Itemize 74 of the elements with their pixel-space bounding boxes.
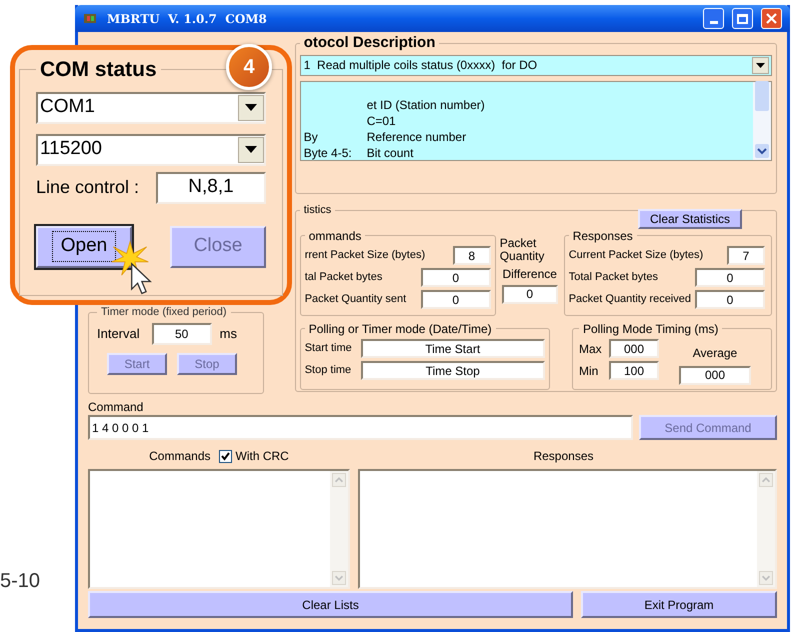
stat-label: Packet Quantity sent (304, 292, 406, 308)
stat-label: Difference (502, 266, 557, 282)
timing-label: Min (579, 362, 600, 380)
timing-field[interactable]: 000 (679, 366, 751, 384)
scroll-down-icon[interactable] (755, 144, 769, 158)
app-icon (83, 12, 99, 26)
stat-value-field[interactable]: 0 (420, 268, 491, 287)
stat-value-field[interactable]: 8 (452, 246, 491, 265)
group-title: Polling Mode Timing (ms) (582, 320, 720, 338)
description-text-area[interactable]: et ID (Station number) C=01 By Reference number Byte 4-5: Bit count (300, 80, 772, 160)
port-dropdown[interactable]: COM1 (36, 92, 266, 124)
open-button[interactable]: Open (36, 226, 132, 268)
stat-label: tal Packet bytes (304, 270, 382, 286)
stat-label: Total Packet bytes (568, 270, 658, 286)
time-label: Start time (304, 341, 353, 356)
field-meaning: Reference number (366, 128, 466, 144)
field-meaning: Bit count (366, 144, 414, 160)
stat-value-field[interactable]: 7 (727, 246, 765, 265)
baud-dropdown[interactable]: 115200 (36, 134, 266, 166)
window-title: MBRTU V. 1.0.7 COM8 (107, 10, 267, 28)
dropdown-arrow-icon[interactable] (245, 146, 257, 153)
command-field[interactable]: 1 4 0 0 0 1 (88, 415, 633, 440)
commands-list[interactable] (88, 469, 350, 589)
time-field[interactable]: Time Start (360, 339, 545, 358)
close-icon (766, 13, 777, 24)
field-name: Byte 4-5: (304, 144, 352, 160)
stat-value-field[interactable]: 0 (695, 290, 765, 309)
list-label: Commands (149, 448, 210, 465)
minimize-button[interactable] (703, 8, 724, 29)
scroll-thumb[interactable] (755, 80, 769, 110)
interval-field[interactable]: 50 (152, 322, 212, 344)
stat-label: rrent Packet Size (bytes) (304, 248, 426, 264)
field-meaning: et ID (Station number) (366, 96, 485, 112)
page-number: 5-10 (0, 569, 40, 594)
checkbox-label: With CRC (236, 448, 289, 465)
function-dropdown[interactable]: 1 Read multiple coils status (0xxxx) for DO (300, 54, 772, 76)
click-burst-icon (110, 240, 150, 277)
group-title: Polling or Timer mode (Date/Time) (308, 320, 493, 338)
group-title: tistics (302, 203, 332, 218)
stat-label: Packet Quantity (500, 236, 546, 262)
group-title: Timer mode (fixed period) (100, 305, 228, 320)
clear-lists-button[interactable]: Clear Lists (88, 591, 573, 618)
with-crc-checkbox[interactable] (218, 450, 232, 462)
stat-value-field[interactable]: 0 (502, 284, 558, 304)
list-label: Responses (533, 448, 594, 465)
unit-label: ms (220, 324, 237, 343)
field-name: By (304, 128, 318, 144)
timing-label: Average (692, 344, 738, 362)
responses-list[interactable] (358, 469, 777, 589)
group-title: ommands (308, 228, 362, 244)
group-title: Responses (572, 228, 634, 244)
timing-field[interactable]: 100 (609, 361, 659, 380)
stat-value-field[interactable]: 0 (420, 290, 491, 309)
mouse-pointer-icon (130, 262, 152, 296)
time-field[interactable]: Time Stop (360, 361, 545, 380)
command-label: Command (88, 400, 144, 415)
line-control-label: Line control : (36, 176, 140, 199)
scrollbar[interactable] (753, 82, 771, 160)
exit-program-button[interactable]: Exit Program (581, 591, 777, 618)
stat-label: Current Packet Size (bytes) (568, 248, 704, 264)
timing-label: Max (579, 340, 603, 358)
stat-value-field[interactable]: 0 (695, 268, 765, 287)
close-button[interactable] (761, 8, 782, 29)
time-label: Stop time (304, 363, 352, 378)
field-label: Interval (97, 324, 140, 343)
line-control-field[interactable]: N,8,1 (156, 172, 266, 204)
field-meaning: C=01 (366, 112, 396, 128)
group-title: otocol Description (302, 33, 436, 53)
group-title: COM status (39, 57, 158, 83)
stat-label: Packet Quantity received (568, 292, 691, 308)
dropdown-arrow-icon[interactable] (245, 104, 257, 111)
maximize-button[interactable] (732, 8, 753, 29)
clear-statistics-button[interactable]: Clear Statistics (638, 208, 742, 228)
timing-field[interactable]: 000 (609, 339, 659, 358)
